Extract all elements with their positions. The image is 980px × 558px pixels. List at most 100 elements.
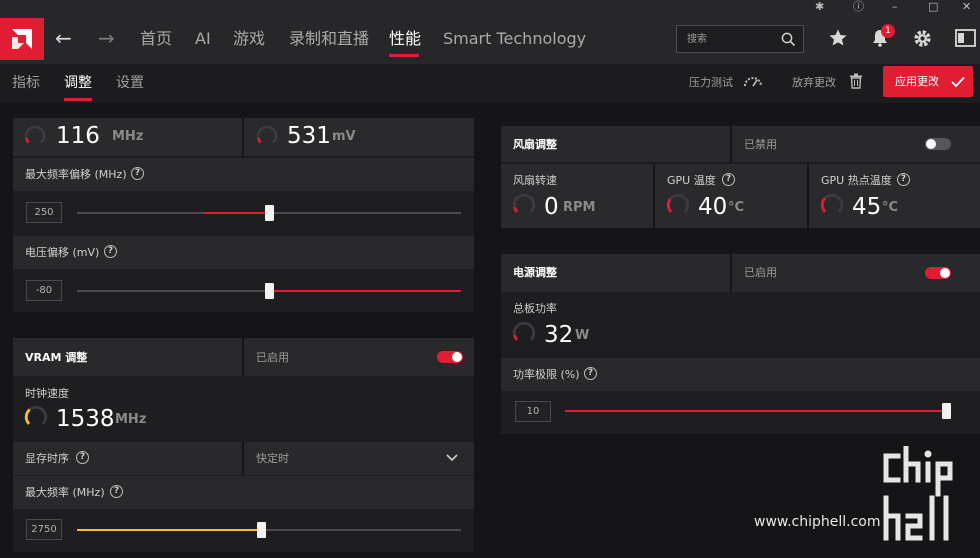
chevron-down-icon xyxy=(446,454,458,462)
memory-timing-label: 显存时序 xyxy=(25,452,69,465)
voltage-gauge xyxy=(256,125,278,144)
nav-tab-ai[interactable]: AI xyxy=(195,28,211,50)
voltage-value: 531 xyxy=(287,123,331,149)
board-power-unit: W xyxy=(575,328,590,343)
notification-badge: 1 xyxy=(881,24,895,38)
slider-thumb[interactable] xyxy=(257,522,267,538)
minimize-icon[interactable]: – xyxy=(892,0,898,13)
nav-tab-record-stream[interactable]: 录制和直播 xyxy=(289,28,369,50)
max-freq-offset-input[interactable]: 250 xyxy=(26,202,62,223)
divider xyxy=(807,164,809,228)
divider xyxy=(730,254,732,292)
hotspot-temp-unit: °C xyxy=(882,200,899,215)
power-limit-input[interactable]: 10 xyxy=(515,401,551,422)
voltage-unit: mV xyxy=(332,129,356,144)
help-icon[interactable]: ? xyxy=(722,173,735,186)
max-freq-offset-slider[interactable] xyxy=(77,205,461,221)
help-icon[interactable]: ? xyxy=(131,167,144,180)
stress-test-label[interactable]: 压力测试 xyxy=(689,76,733,90)
trash-icon[interactable] xyxy=(849,73,863,89)
fan-enable-toggle[interactable] xyxy=(925,138,951,150)
divider xyxy=(242,338,244,376)
nav-tab-home[interactable]: 首页 xyxy=(140,28,172,50)
slider-thumb[interactable] xyxy=(942,403,951,419)
vram-clock-gauge xyxy=(24,405,48,425)
divider xyxy=(730,126,732,162)
voltage-offset-input[interactable]: -80 xyxy=(26,280,62,301)
vram-max-freq-label: 最大频率 (MHz) xyxy=(25,486,105,499)
power-title: 电源调整 xyxy=(513,266,557,279)
restore-icon[interactable]: □ xyxy=(928,0,938,13)
power-tuning-panel: 电源调整 已启用 总板功率 32 W 功率极限 (%) ? 10 xyxy=(501,254,980,434)
nav-tab-gaming[interactable]: 游戏 xyxy=(233,28,265,50)
gpu-temp-unit: °C xyxy=(728,200,745,215)
power-header: 电源调整 已启用 xyxy=(501,254,980,292)
vram-status: 已启用 xyxy=(256,351,289,364)
toggle-knob xyxy=(940,268,950,278)
divider xyxy=(653,164,655,228)
vram-max-freq-slider[interactable] xyxy=(77,522,461,538)
gpu-tuning-panel: 116 MHz 531 mV 最大频率偏移 (MHz) ? 250 电压偏移 (… xyxy=(13,118,474,312)
amd-logo[interactable] xyxy=(0,18,44,60)
fan-speed-label: 风扇转速 xyxy=(513,174,557,187)
power-limit-slider[interactable] xyxy=(565,403,951,419)
nav-tab-smart-technology[interactable]: Smart Technology xyxy=(443,28,586,50)
vram-title: VRAM 调整 xyxy=(25,351,88,364)
bug-report-icon[interactable]: ✱ xyxy=(815,0,824,13)
search-box[interactable]: 搜索 xyxy=(676,25,804,53)
subtab-tuning[interactable]: 调整 xyxy=(64,74,92,92)
vram-header: VRAM 调整 已启用 xyxy=(13,338,474,376)
vram-tuning-panel: VRAM 调整 已启用 时钟速度 1538 MHz 显存时序 ? 快定时 最大频… xyxy=(13,338,474,552)
slider-fill xyxy=(269,290,461,292)
voltage-offset-header: 电压偏移 (mV) ? xyxy=(13,236,474,269)
fan-status: 已禁用 xyxy=(744,138,777,151)
board-power-label: 总板功率 xyxy=(513,302,557,315)
hotspot-temp-value: 45 xyxy=(852,194,882,220)
nav-tab-performance[interactable]: 性能 xyxy=(389,28,421,50)
gpu-temp-gauge xyxy=(666,193,690,213)
gpu-temp-value: 40 xyxy=(698,194,728,220)
discard-changes-label[interactable]: 放弃更改 xyxy=(792,76,836,90)
subtab-settings[interactable]: 设置 xyxy=(116,74,144,92)
checkmark-icon xyxy=(951,76,965,88)
sidebar-panel-icon[interactable] xyxy=(955,28,976,48)
toggle-knob xyxy=(452,352,462,362)
vram-clock-value: 1538 xyxy=(56,406,115,432)
search-icon xyxy=(781,32,796,47)
subtab-metrics[interactable]: 指标 xyxy=(12,74,40,92)
apply-changes-button[interactable]: 应用更改 xyxy=(883,66,973,97)
close-icon[interactable]: ✕ xyxy=(962,0,971,13)
stress-test-icon[interactable] xyxy=(743,74,763,88)
favorites-star-icon[interactable] xyxy=(828,28,848,48)
slider-fill xyxy=(203,212,269,214)
memory-timing-selected: 快定时 xyxy=(256,452,289,465)
slider-thumb[interactable] xyxy=(265,283,274,299)
vram-max-freq-input[interactable]: 2750 xyxy=(26,519,62,540)
settings-gear-icon[interactable] xyxy=(912,28,933,49)
forward-arrow-icon[interactable]: → xyxy=(98,26,115,50)
help-icon[interactable]: ? xyxy=(584,367,597,380)
slider-thumb[interactable] xyxy=(265,205,274,221)
search-placeholder: 搜索 xyxy=(687,34,707,45)
hotspot-temp-label: GPU 热点温度 xyxy=(821,174,892,187)
fan-readouts-row: 风扇转速 0 RPM GPU 温度 ? 40 °C GPU 热点温度 ? 45 … xyxy=(501,164,980,228)
help-icon[interactable]: ? xyxy=(76,451,89,464)
active-tab-indicator xyxy=(389,54,419,57)
memory-timing-dropdown[interactable]: 快定时 xyxy=(244,442,474,475)
help-icon[interactable]: ⓘ xyxy=(853,0,864,13)
memory-timing-row: 显存时序 ? 快定时 xyxy=(13,442,474,475)
chiphell-watermark-logo xyxy=(883,446,953,541)
back-arrow-icon[interactable]: ← xyxy=(55,26,72,50)
vram-enable-toggle[interactable] xyxy=(437,351,463,363)
active-subtab-indicator xyxy=(64,98,92,101)
main-nav: ← → 首页 AI 游戏 录制和直播 性能 Smart Technology 搜… xyxy=(0,14,980,64)
help-icon[interactable]: ? xyxy=(897,173,910,186)
help-icon[interactable]: ? xyxy=(110,485,123,498)
fan-header: 风扇调整 已禁用 xyxy=(501,126,980,162)
help-icon[interactable]: ? xyxy=(104,245,117,258)
power-enable-toggle[interactable] xyxy=(925,267,951,279)
power-limit-label: 功率极限 (%) xyxy=(513,368,580,381)
max-freq-offset-header: 最大频率偏移 (MHz) ? xyxy=(13,158,474,191)
divider xyxy=(242,118,244,156)
voltage-offset-slider[interactable] xyxy=(77,283,461,299)
